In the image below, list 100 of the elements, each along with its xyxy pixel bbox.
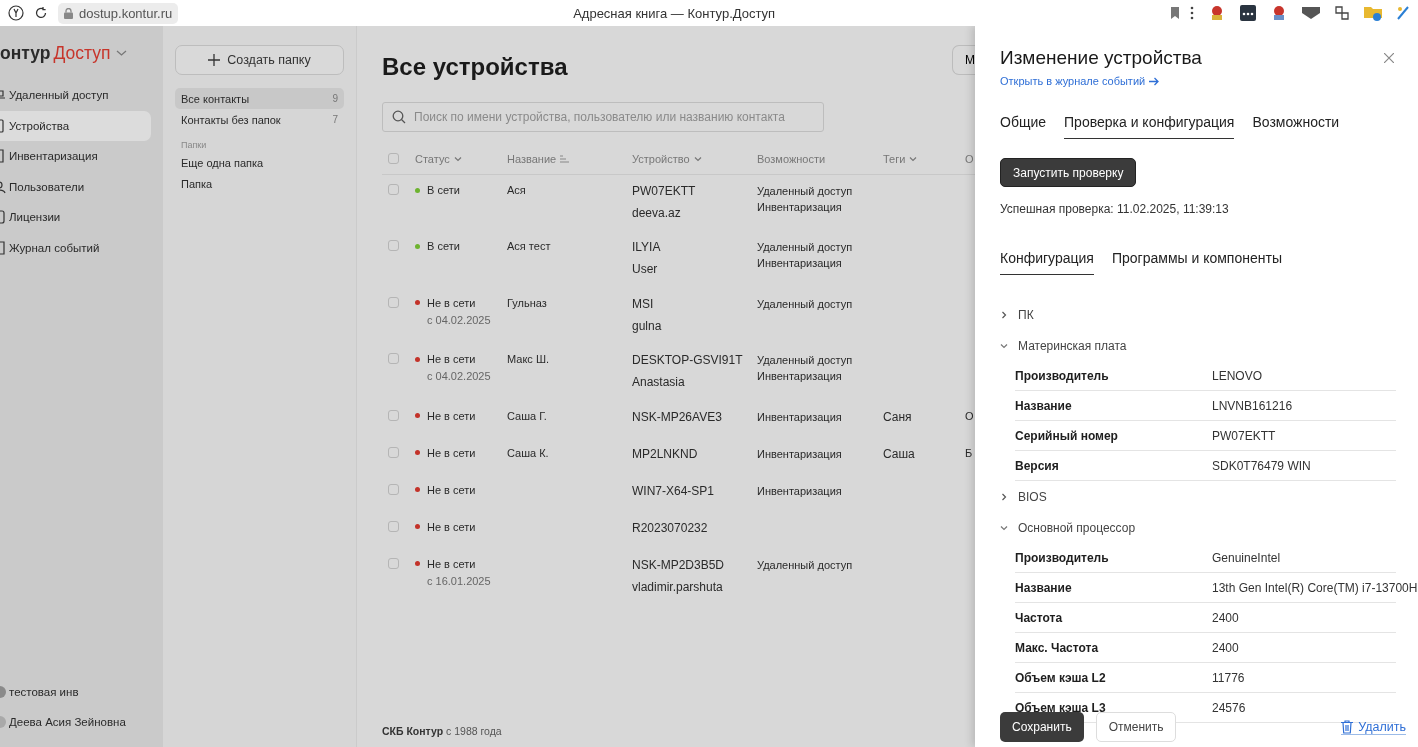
select-all-checkbox[interactable] [388,153,399,164]
nav-icon [0,210,6,225]
property-name: Название [1015,580,1073,595]
capability-text: Удаленный доступ [757,557,854,573]
create-folder-button[interactable]: Создать папку [175,45,344,75]
contact-name: Макс Ш. [507,353,550,365]
search-field[interactable]: Поиск по имени устройства, пользователю или названию контакта [382,102,824,132]
bookmark-icon[interactable] [1170,7,1180,19]
capability-text: Инвентаризация [757,368,843,384]
device-user: gulna [632,318,663,333]
capability-text: Инвентаризация [757,255,843,271]
nav-item[interactable]: Устройства [0,110,151,141]
device-user: vladimir.parshuta [632,579,724,594]
run-check-button[interactable]: Запустить проверку [1000,158,1137,187]
cancel-button[interactable]: Отменить [1095,712,1177,742]
nav-item[interactable]: Лицензии [0,202,151,233]
row-checkbox[interactable] [388,409,399,421]
property-value: GenuineIntel [1212,550,1281,565]
folder-item[interactable]: Контакты без папок 7 [175,109,344,130]
property-name: Версия [1015,458,1060,473]
device-name: NSK-MP2D3B5D [632,557,726,572]
tab[interactable]: Программы и компоненты [1111,250,1282,275]
capability-text: Удаленный доступ [757,240,854,255]
row-checkbox[interactable] [388,240,399,251]
browser-logo-icon[interactable] [8,5,24,21]
sort-icon [560,154,570,163]
reload-icon[interactable] [34,6,48,20]
contact-name: Ася [507,184,526,196]
header-button[interactable]: М [952,45,975,75]
extension-icon[interactable] [1334,5,1350,21]
capability-text: Удаленный доступ [757,184,854,199]
capability-text: Удаленный доступ [757,353,854,368]
device-user: User [632,262,659,276]
row-checkbox[interactable] [388,483,399,495]
close-icon[interactable] [1384,53,1394,63]
nav-icon [0,179,6,194]
row-checkbox[interactable] [388,520,399,532]
workspace-name[interactable]: тестовая инв [9,686,79,698]
device-name: DESKTOP-GSVI91T [632,353,744,367]
row-checkbox[interactable] [388,557,399,569]
trash-icon [1341,719,1354,734]
avatar-icon [0,715,6,729]
chevron-icon [453,154,462,163]
status-text: Не в сети [427,296,476,309]
row-checkbox[interactable] [388,353,399,364]
row-checkbox[interactable] [388,296,399,308]
contact-name: Саша Г. [507,409,547,422]
offline-since: с 04.02.2025 [427,370,492,382]
device-name: ILYIA [632,240,662,254]
nav-item[interactable]: Удаленный доступ [0,80,151,111]
offline-since: с 04.02.2025 [427,313,492,326]
device-name: MSI [632,296,655,311]
nav-icon [0,240,6,255]
tree-node[interactable]: ПК [1000,299,1396,330]
property-value: 24576 [1212,700,1246,715]
folder-item[interactable]: Все контакты 9 [175,88,344,109]
property-name: Частота [1015,610,1064,625]
save-button[interactable]: Сохранить [1000,712,1084,742]
folder-item[interactable]: Папка [175,173,344,194]
folder-label: Контакты без папок [181,113,281,126]
folder-item[interactable]: Еще одна папка [175,152,344,173]
nav-icon [0,149,6,164]
arrow-icon [1149,76,1160,86]
row-checkbox[interactable] [388,184,399,195]
logo-text[interactable]: онтур [0,42,51,64]
tab[interactable]: Возможности [1252,114,1340,139]
status-text: Не в сети [427,557,476,570]
extension-icon[interactable] [1302,7,1320,19]
nav-item[interactable]: Журнал событий [0,232,151,263]
capability-text: Инвентаризация [757,483,843,499]
property-name: Серийный номер [1015,428,1119,443]
tab[interactable]: Проверка и конфигурация [1064,114,1235,139]
address-bar[interactable]: dostup.kontur.ru [58,2,179,24]
capability-text: Инвентаризация [757,446,843,462]
table-cell: Б [965,446,973,459]
more-icon[interactable] [1190,6,1194,20]
device-user: deeva.az [632,206,682,220]
contact-count: 9 [332,93,338,104]
folder-icon[interactable] [1364,5,1382,21]
tab[interactable]: Конфигурация [1000,250,1094,275]
capability-text: Удаленный доступ [757,296,854,312]
tree-node[interactable]: Материнская плата [1000,330,1396,361]
user-name[interactable]: Деева Асия Зейновна [9,716,126,728]
nav-item[interactable]: Инвентаризация [0,141,151,172]
tab[interactable]: Общие [1000,114,1047,139]
capability-text: Инвентаризация [757,409,843,425]
extension-icon[interactable] [1240,5,1256,21]
property-value: LENOVO [1212,368,1262,383]
tag-text: Саня [883,409,913,424]
property-name: Производитель [1015,368,1110,383]
row-checkbox[interactable] [388,446,399,458]
delete-link[interactable]: Удалить [1341,719,1406,735]
tree-node[interactable]: BIOS [1000,481,1396,512]
tree-node[interactable]: Основной процессор [1000,512,1396,543]
nav-item[interactable]: Пользователи [0,171,151,202]
device-user: Anastasia [632,375,686,389]
event-log-link[interactable]: Открыть в журнале событий [1000,75,1160,87]
property-value: 11776 [1212,670,1245,685]
caret-icon[interactable] [116,49,128,57]
tag-text: Саша [883,446,916,461]
